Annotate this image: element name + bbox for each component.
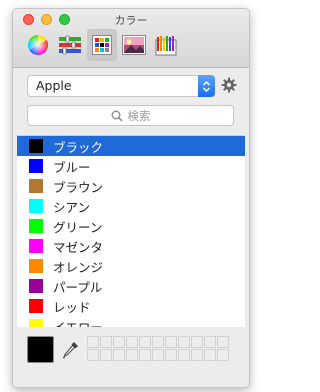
chevron-updown-icon — [198, 75, 215, 97]
pencils-icon — [155, 36, 177, 56]
color-swatch — [29, 179, 43, 193]
image-palette-icon — [122, 35, 146, 55]
color-name: ブラック — [53, 139, 104, 155]
color-wheel-icon — [28, 35, 48, 55]
color-swatch — [29, 279, 43, 293]
swatch-slot[interactable] — [126, 336, 138, 348]
color-list-item[interactable]: パープル — [17, 276, 245, 296]
color-swatch — [29, 159, 43, 173]
titlebar: カラー — [13, 9, 249, 68]
swatch-slot[interactable] — [152, 349, 164, 361]
search-field[interactable]: 検索 — [27, 105, 234, 126]
tab-color-wheel[interactable] — [23, 29, 53, 61]
swatch-slot[interactable] — [204, 349, 216, 361]
search-icon — [111, 110, 123, 122]
palette-select-value: Apple — [36, 78, 72, 93]
color-swatch — [29, 259, 43, 273]
gear-icon[interactable] — [221, 77, 237, 93]
swatch-slot[interactable] — [165, 336, 177, 348]
palette-select[interactable]: Apple — [27, 75, 215, 97]
bottom-bar — [13, 327, 249, 387]
favorite-swatches[interactable] — [87, 336, 229, 361]
color-name: マゼンタ — [53, 239, 104, 255]
color-list-item[interactable]: マゼンタ — [17, 236, 245, 256]
tab-image-palettes[interactable] — [119, 29, 149, 61]
color-list-item[interactable]: オレンジ — [17, 256, 245, 276]
swatch-slot[interactable] — [191, 349, 203, 361]
color-name: パープル — [53, 279, 103, 295]
swatch-slot[interactable] — [100, 336, 112, 348]
current-color-well[interactable] — [27, 336, 54, 363]
sliders-icon — [59, 35, 81, 55]
tab-color-palettes[interactable] — [87, 29, 117, 61]
swatch-slot[interactable] — [204, 336, 216, 348]
color-list[interactable]: ブラック ブルー ブラウン シアン グリーン マゼンタ オレンジ パープル レッド イエロー — [17, 135, 245, 329]
color-name: ブラウン — [53, 179, 104, 195]
color-swatch — [29, 139, 43, 153]
swatch-slot[interactable] — [100, 349, 112, 361]
swatch-slot[interactable] — [217, 336, 229, 348]
swatch-slot[interactable] — [113, 336, 125, 348]
swatch-slot[interactable] — [217, 349, 229, 361]
color-list-item[interactable]: ブラウン — [17, 176, 245, 196]
swatch-slot[interactable] — [113, 349, 125, 361]
swatch-slot[interactable] — [165, 349, 177, 361]
color-swatch — [29, 239, 43, 253]
search-placeholder: 検索 — [127, 108, 151, 123]
color-swatch — [29, 299, 43, 313]
palette-grid-icon — [92, 35, 112, 55]
color-name: シアン — [53, 199, 91, 215]
tab-color-sliders[interactable] — [55, 29, 85, 61]
color-name: グリーン — [53, 219, 103, 235]
swatch-slot[interactable] — [178, 336, 190, 348]
colors-window: カラー Apple 検索 ブラック ブルー ブラウン シアン グリーン マゼンタ… — [12, 8, 250, 388]
tab-pencils[interactable] — [151, 29, 181, 61]
color-swatch — [29, 199, 43, 213]
color-name: オレンジ — [53, 259, 104, 275]
color-swatch — [29, 219, 43, 233]
swatch-slot[interactable] — [152, 336, 164, 348]
color-list-item[interactable]: シアン — [17, 196, 245, 216]
color-name: レッド — [53, 299, 91, 315]
swatch-slot[interactable] — [126, 349, 138, 361]
color-list-item[interactable]: ブラック — [17, 136, 245, 156]
color-list-item[interactable]: レッド — [17, 296, 245, 316]
window-title: カラー — [114, 14, 148, 27]
swatch-slot[interactable] — [139, 336, 151, 348]
swatch-slot[interactable] — [191, 336, 203, 348]
swatch-slot[interactable] — [139, 349, 151, 361]
eyedropper-icon[interactable] — [63, 341, 79, 359]
color-list-item[interactable]: グリーン — [17, 216, 245, 236]
color-name: ブルー — [53, 159, 91, 175]
swatch-slot[interactable] — [87, 349, 99, 361]
swatch-slot[interactable] — [87, 336, 99, 348]
color-list-item[interactable]: ブルー — [17, 156, 245, 176]
swatch-slot[interactable] — [178, 349, 190, 361]
